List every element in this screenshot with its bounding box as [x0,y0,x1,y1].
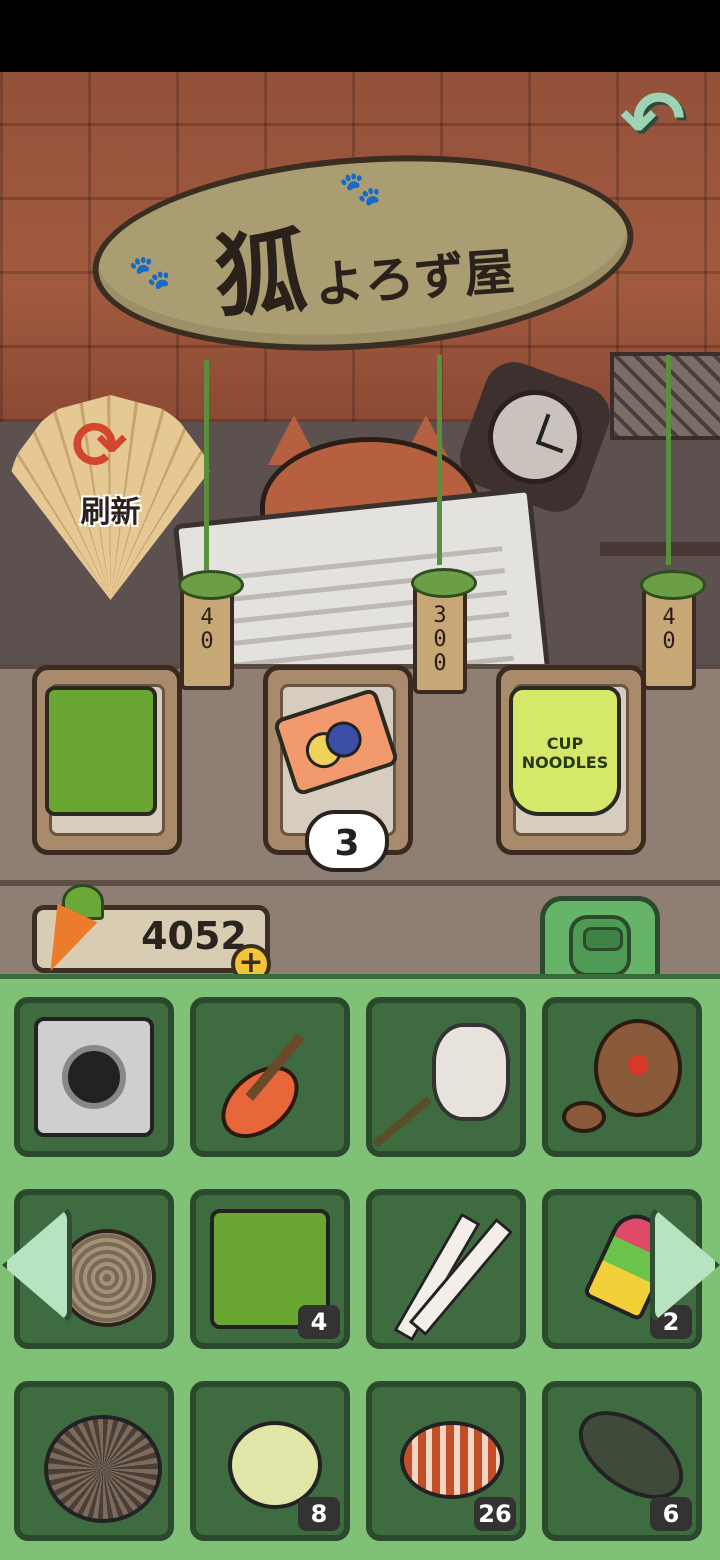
shop-item-cup-noodles[interactable]: CUP NOODLES [496,665,646,855]
price-tag: 300 [411,568,477,694]
item-count: 6 [650,1497,692,1531]
window-lattice [610,352,720,440]
inventory-slot[interactable]: 6 [542,1381,702,1541]
sea-urchin-icon [34,1401,162,1523]
backpack-icon [569,915,631,977]
tag-rope [666,355,671,565]
status-bar [0,0,720,72]
cup-noodles-label: CUP NOODLES [521,734,609,772]
inventory-slot[interactable] [14,1381,174,1541]
price-text: 40 [662,605,676,654]
price-text: 300 [433,603,447,676]
camera-icon [34,1017,154,1137]
tag-rope [204,360,209,570]
carrot-icon [30,880,116,981]
back-arrow-icon: ↶ [620,75,686,165]
inventory-slot[interactable]: 8 [190,1381,350,1541]
item-count: 8 [298,1497,340,1531]
inventory-panel: 4 2 8 26 6 [0,974,720,1560]
inventory-slot[interactable] [14,997,174,1157]
inventory-slot[interactable] [366,997,526,1157]
item-count: 4 [298,1305,340,1339]
price-tag: 40 [178,570,244,690]
back-button[interactable]: ↶ [620,75,710,165]
bug-net-icon [372,1017,510,1148]
inventory-slot[interactable]: 4 [190,1189,350,1349]
tag-rope [437,355,442,565]
game-screen: 🐾 🐾 狐 よろず屋 ↶ ⟳ 刷新 40 3 0 0 4 0 CUP NOODL… [0,0,720,1560]
sign-main-text: 狐 [211,216,313,332]
refresh-label: 刷新 [80,495,141,530]
ukulele-icon [207,1017,330,1151]
item-count: 26 [474,1497,516,1531]
paddle-ball-icon [562,1017,682,1137]
shop-item-carrot-snack[interactable] [32,665,182,855]
shelf [600,542,720,556]
refresh-arrows-icon: ⟳ [72,407,128,484]
refresh-button[interactable]: ⟳ 刷新 [8,395,218,600]
inventory-slot[interactable] [542,997,702,1157]
inventory-slot[interactable] [366,1189,526,1349]
inventory-slot[interactable] [190,997,350,1157]
price-tag: 40 [640,570,706,690]
cup-noodles-icon: CUP NOODLES [509,686,621,816]
price-text: 40 [200,605,214,654]
sign-sub-text: よろず屋 [312,241,517,315]
carrot-snack-bag-icon [45,686,157,816]
quantity-badge: 3 [305,810,389,872]
inventory-slot[interactable]: 26 [366,1381,526,1541]
ski-set-icon [386,1209,514,1342]
backpack-tab[interactable] [540,896,660,986]
